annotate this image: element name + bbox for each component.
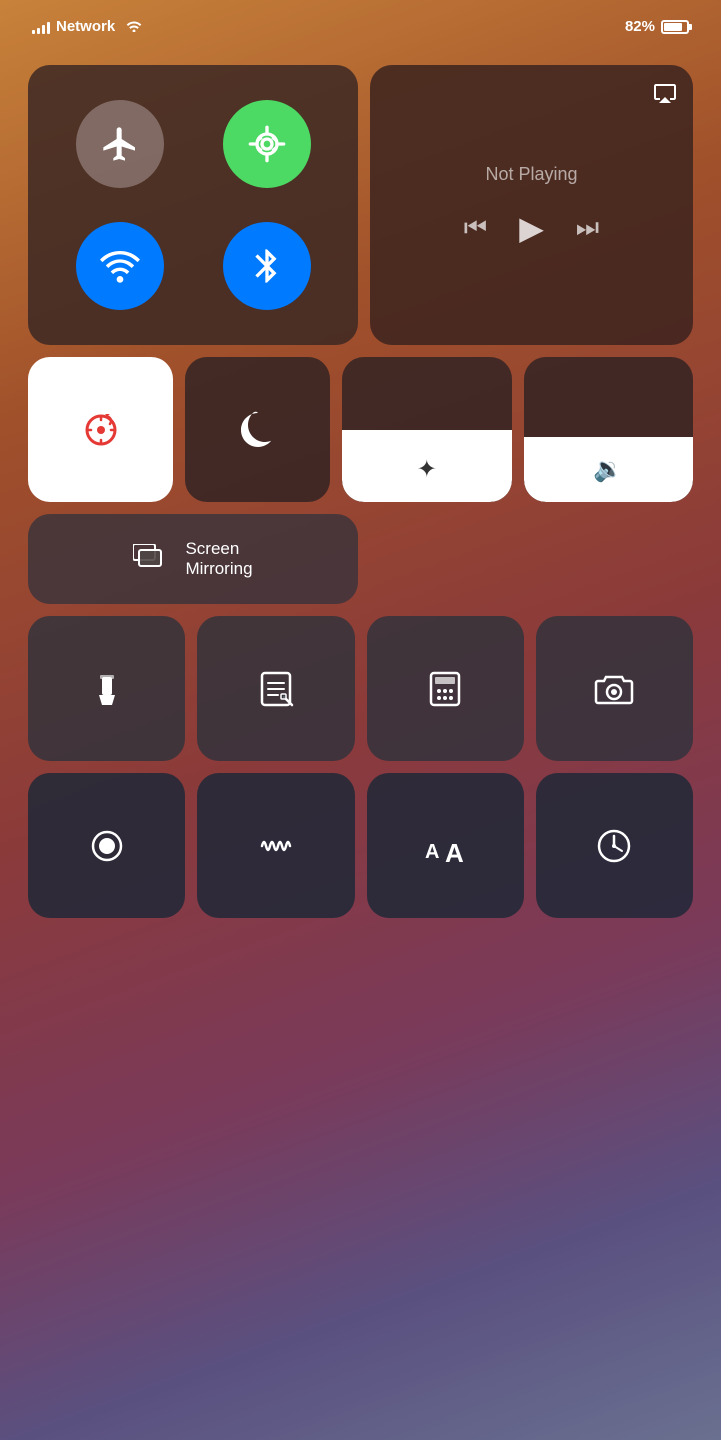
- volume-slider[interactable]: 🔉: [524, 357, 694, 502]
- wifi-status-icon: [125, 18, 143, 35]
- not-playing-label: Not Playing: [485, 164, 577, 185]
- play-button[interactable]: ▶: [519, 209, 544, 247]
- flashlight-button[interactable]: [28, 616, 185, 761]
- screen-mirroring-button[interactable]: Screen Mirroring: [28, 514, 358, 604]
- action-row-2: A A: [28, 773, 693, 918]
- status-bar: Network 82%: [0, 0, 721, 45]
- text-size-button[interactable]: A A: [367, 773, 524, 918]
- notes-button[interactable]: [197, 616, 354, 761]
- battery-fill: [664, 23, 682, 31]
- battery-percent: 82%: [625, 18, 655, 35]
- fast-forward-button[interactable]: ⏭: [576, 212, 599, 244]
- camera-button[interactable]: [536, 616, 693, 761]
- second-row: ✦ 🔉: [28, 357, 693, 502]
- network-tile: [28, 65, 358, 345]
- brightness-icon: ✦: [417, 455, 437, 484]
- airplay-icon[interactable]: [653, 81, 677, 111]
- brightness-slider[interactable]: ✦: [342, 357, 512, 502]
- mirror-row: Screen Mirroring: [28, 514, 693, 604]
- battery-icon: [661, 20, 689, 34]
- do-not-disturb-button[interactable]: [185, 357, 330, 502]
- status-left: Network: [32, 18, 143, 35]
- svg-text:A: A: [445, 838, 464, 868]
- voice-memos-button[interactable]: [197, 773, 354, 918]
- signal-bars-icon: [32, 20, 50, 34]
- cellular-button[interactable]: [223, 100, 311, 188]
- calculator-button[interactable]: [367, 616, 524, 761]
- clock-button[interactable]: [536, 773, 693, 918]
- airplane-mode-button[interactable]: [76, 100, 164, 188]
- svg-text:A: A: [425, 841, 439, 863]
- media-controls: ⏮ ▶ ⏭: [464, 209, 599, 247]
- status-right: 82%: [625, 18, 689, 35]
- control-center: Not Playing ⏮ ▶ ⏭: [0, 45, 721, 938]
- screen-mirroring-label: Screen Mirroring: [185, 539, 252, 580]
- volume-icon: 🔉: [593, 455, 623, 484]
- network-name: Network: [56, 18, 115, 35]
- mirror-spacer: [370, 514, 693, 604]
- wifi-button[interactable]: [76, 222, 164, 310]
- media-player-tile: Not Playing ⏮ ▶ ⏭: [370, 65, 693, 345]
- screen-record-button[interactable]: [28, 773, 185, 918]
- rewind-button[interactable]: ⏮: [464, 212, 487, 244]
- orientation-lock-button[interactable]: [28, 357, 173, 502]
- action-row-1: [28, 616, 693, 761]
- bluetooth-button[interactable]: [223, 222, 311, 310]
- top-row: Not Playing ⏮ ▶ ⏭: [28, 65, 693, 345]
